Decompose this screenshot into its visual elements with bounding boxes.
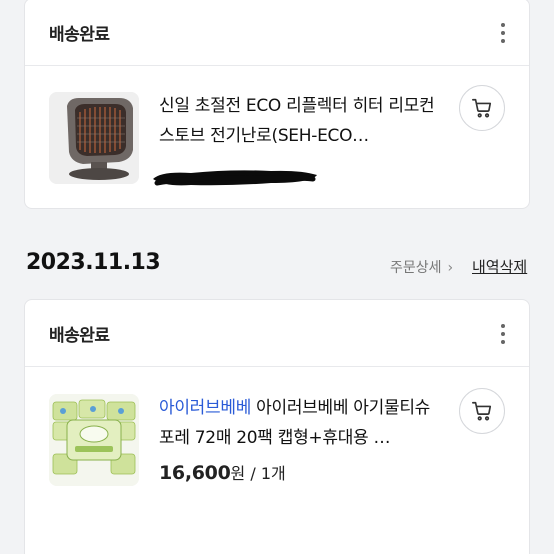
price-value: 16,600 — [159, 462, 231, 484]
more-options-icon[interactable] — [495, 21, 511, 45]
delivery-status: 배송완료 — [49, 326, 110, 346]
baby-wipes-image[interactable] — [49, 394, 139, 486]
brand-link[interactable]: 아이러브베베 — [159, 398, 251, 418]
order-detail-label: 주문상세 — [390, 260, 442, 276]
add-to-cart-button[interactable] — [459, 388, 505, 434]
add-to-cart-button[interactable] — [459, 85, 505, 131]
cart-icon — [472, 401, 492, 421]
price-unit: 원 — [230, 464, 246, 483]
product-title[interactable]: 신일 초절전 ECO 리플렉터 히터 리모컨 스토브 전기난로(SEH-ECO… — [159, 91, 449, 151]
order-card-1: 배송완료 신일 초절전 ECO 리플렉터 히터 리모컨 스토브 전기난로(SEH… — [24, 0, 530, 209]
order-card-2: 배송완료 아이러브베베 아이러브베베 아기물티슈 포레 72매 20팩 캡형+휴… — [24, 299, 530, 554]
chevron-right-icon: › — [447, 260, 454, 276]
delivery-status: 배송완료 — [49, 25, 110, 45]
order-date: 2023.11.13 — [26, 250, 161, 275]
order-card-header: 배송완료 — [25, 300, 529, 367]
quantity: / 1개 — [245, 464, 286, 483]
product-title[interactable]: 아이러브베베 아이러브베베 아기물티슈 포레 72매 20팩 캡형+휴대용 … — [159, 393, 449, 453]
redaction-mark — [153, 170, 317, 186]
delete-history-link[interactable]: 내역삭제 — [472, 256, 527, 277]
order-card-header: 배송완료 — [25, 0, 529, 66]
cart-icon — [472, 98, 492, 118]
more-options-icon[interactable] — [495, 322, 511, 346]
price-line: 16,600원 / 1개 — [159, 460, 286, 484]
order-detail-link[interactable]: 주문상세 › — [390, 257, 453, 277]
heater-image[interactable] — [49, 92, 139, 184]
